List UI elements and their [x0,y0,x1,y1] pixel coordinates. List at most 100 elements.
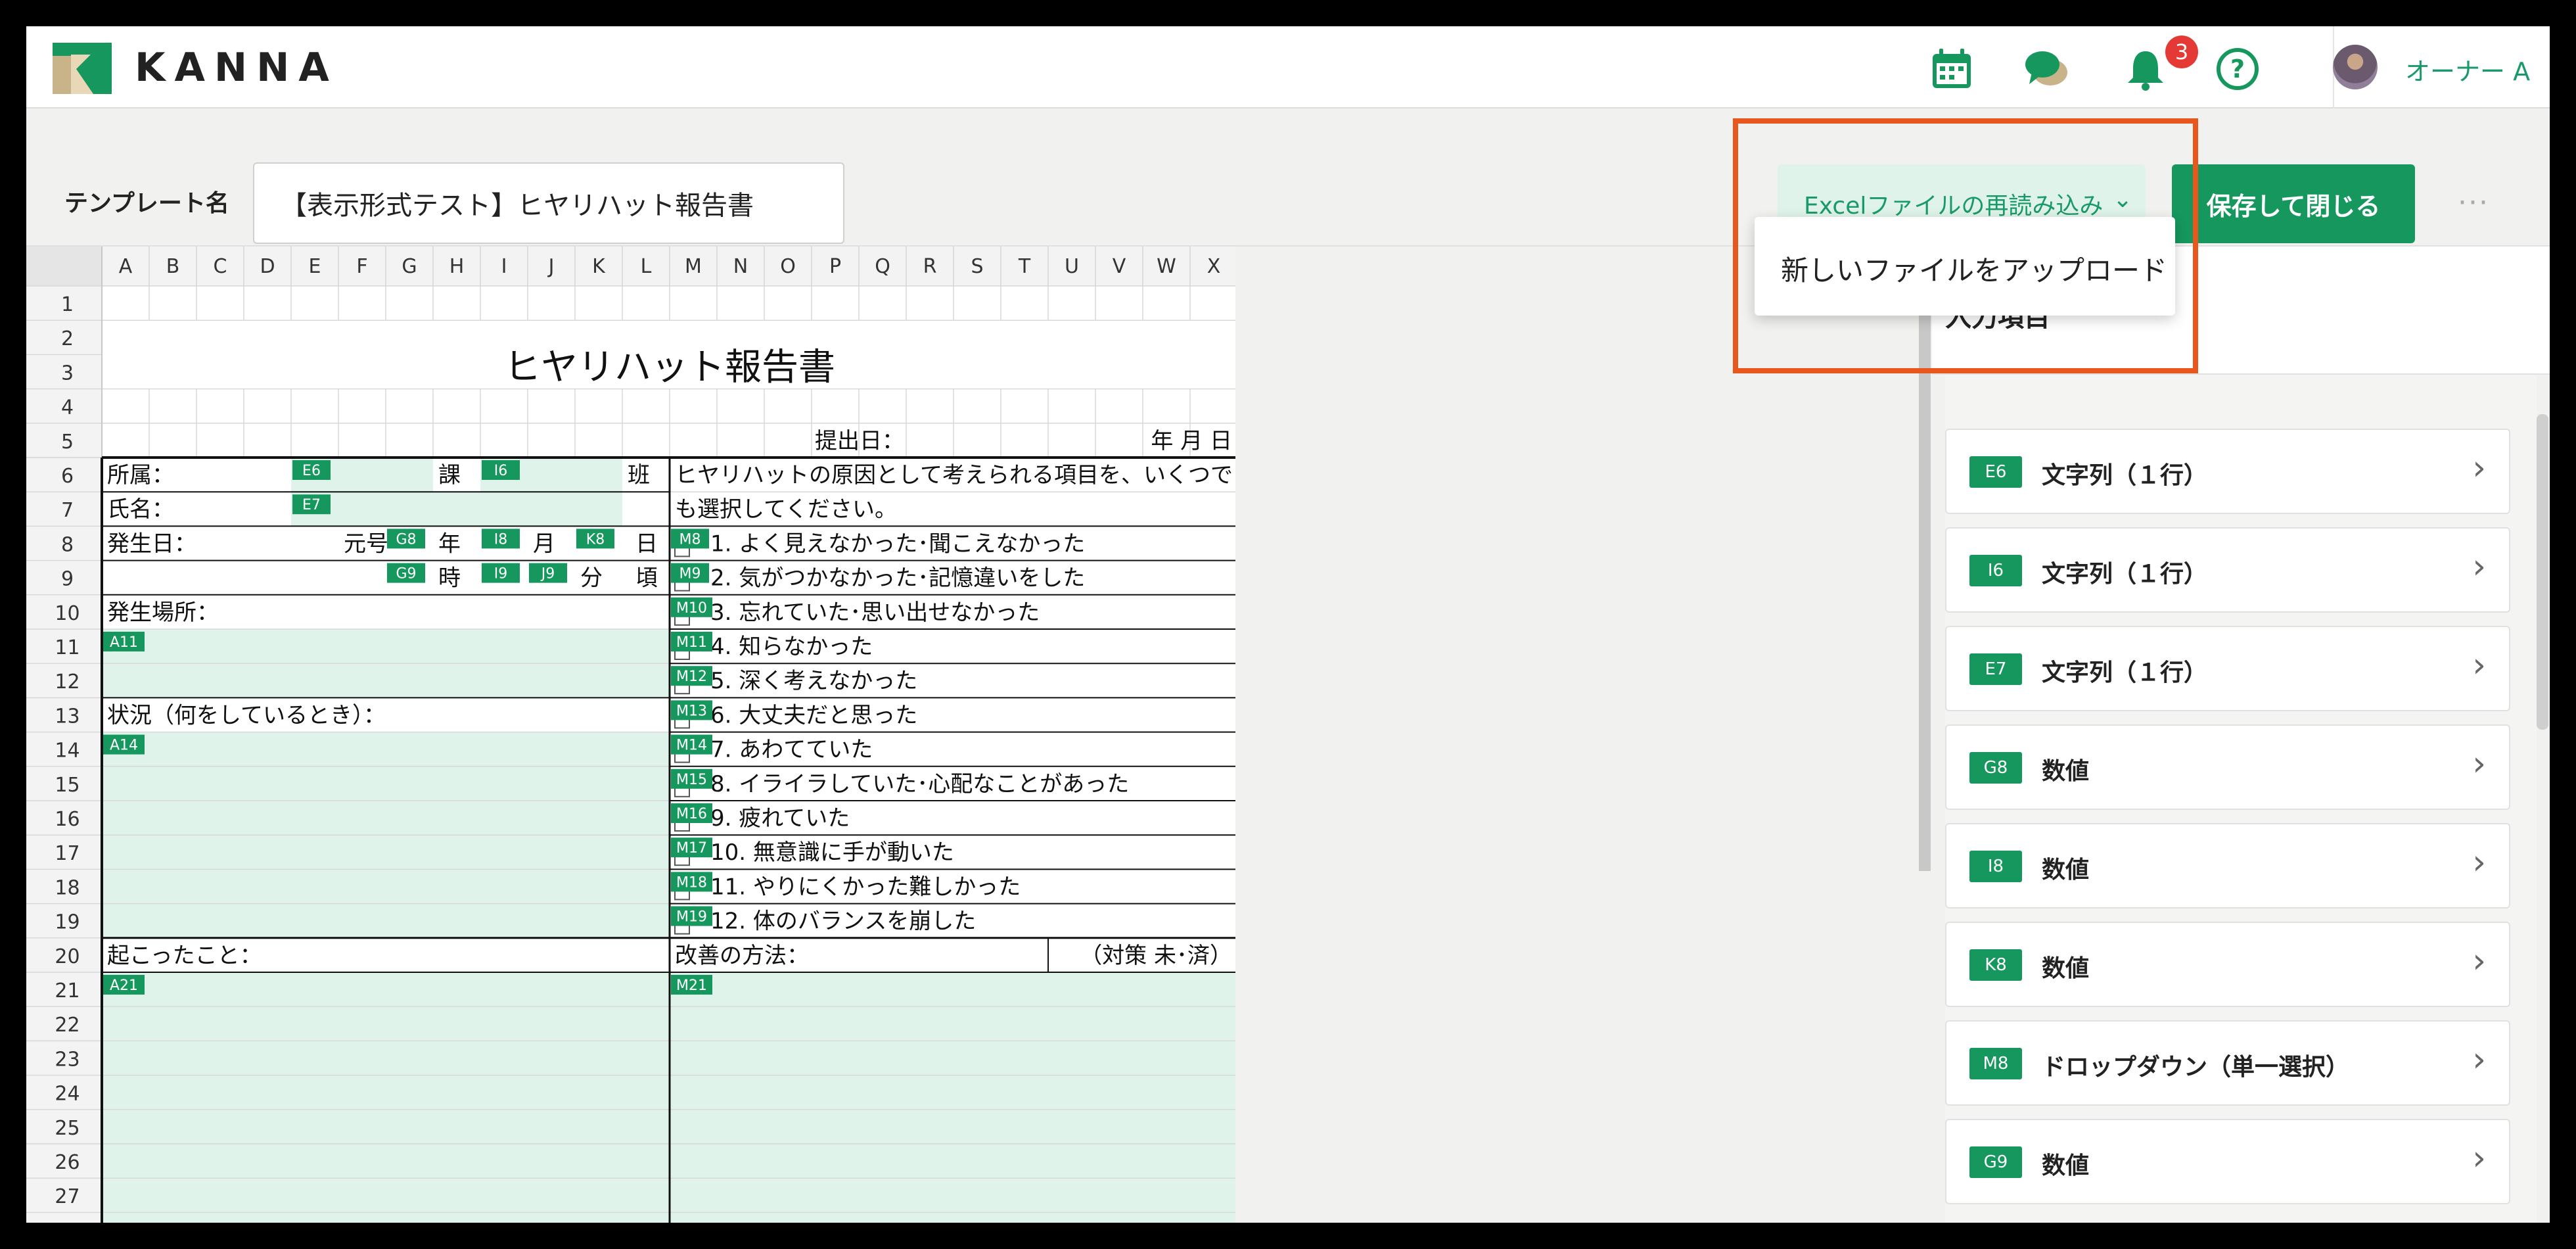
brand-name: KANNA [135,45,338,91]
field-card-i8[interactable]: I8 数値 › [1945,823,2510,908]
field-type-label: ドロップダウン（単一選択） [2042,1054,2350,1081]
column-header-e: E [309,255,321,278]
cell-tag-m18: M18 [676,874,707,891]
row-header-bar [26,247,102,1223]
cause-item: 4. 知らなかった [710,634,873,660]
cell-tag-m8: M8 [679,531,701,548]
row-header-26: 26 [55,1151,80,1174]
chevron-right-icon: › [2472,448,2486,488]
row-header-27: 27 [55,1185,80,1208]
field-card-e7[interactable]: E7 文字列（１行） › [1945,626,2510,711]
row-header-19: 19 [55,911,80,934]
row-header-20: 20 [55,945,80,968]
row-header-12: 12 [55,671,80,694]
spreadsheet-preview[interactable]: A B C D E F G H I J K L M N O P Q R S T U V W X 1 2 3 4 5 6 7 8 9 10 11 12 1… [26,247,1235,1223]
row-header-23: 23 [55,1048,80,1071]
chevron-right-icon: › [2472,744,2486,784]
row-header-15: 15 [55,774,80,797]
cell-tag-m14: M14 [676,738,707,754]
happened-label: 起こったこと： [107,943,262,969]
chevron-right-icon: › [2472,941,2486,981]
submit-date-suffix: 年 月 日 [1151,428,1232,454]
panel-scrollbar[interactable] [2537,414,2548,730]
cell-tag: I6 [1969,555,2022,586]
sheet-empty-area [1235,247,1919,1223]
cell-tag-j9: J9 [540,566,555,582]
row-header-17: 17 [55,842,80,865]
section-label: 課 [438,462,461,488]
field-card-m8[interactable]: M8 ドロップダウン（単一選択） › [1945,1020,2510,1106]
field-type-label: 数値 [2042,955,2090,982]
cause-item: 9. 疲れていた [710,805,850,832]
spreadsheet-grid: A B C D E F G H I J K L M N O P Q R S T U V W X1234567891011121… [26,247,1235,1223]
cell-tag-m9: M9 [679,566,701,582]
field-type-label: 数値 [2042,1152,2090,1179]
user-name[interactable]: オーナー A [2405,51,2530,87]
improvement-label: 改善の方法： [675,943,809,969]
field-card-g8[interactable]: G8 数値 › [1945,724,2510,810]
field-type-label: 文字列（１行） [2042,561,2208,588]
cell-tag-k8: K8 [586,531,605,548]
save-and-close-button[interactable]: 保存して閉じる [2172,164,2415,243]
row-header-10: 10 [55,602,80,625]
cell-tag-m19: M19 [676,909,707,926]
hour-label: 時 [438,565,461,592]
bell-icon[interactable] [2123,46,2169,92]
field-card-g9[interactable]: G9 数値 › [1945,1119,2510,1204]
help-icon[interactable]: ? [2215,46,2261,92]
calendar-icon[interactable] [1929,46,1975,92]
field-card-k8[interactable]: K8 数値 › [1945,922,2510,1007]
cause-intro: も選択してください。 [675,496,897,523]
year-label: 年 [438,530,461,557]
row-header-18: 18 [55,876,80,899]
cause-item: 6. 大丈夫だと思った [710,702,917,728]
row-header-16: 16 [55,808,80,831]
day-label: 日 [635,530,658,557]
measure-label: （対策 未･済） [1080,943,1232,969]
highlight-annotation [1733,118,2198,373]
chat-icon[interactable] [2024,46,2070,92]
column-header-m: M [685,255,702,278]
row-header-6: 6 [61,465,74,488]
cause-item: 10. 無意識に手が動いた [710,839,954,866]
cell-tag: G8 [1969,752,2022,784]
cause-item: 2. 気がつかなかった･記憶違いをした [710,565,1085,592]
kanna-logo-icon[interactable] [53,43,112,94]
column-header-t: T [1018,255,1031,278]
cell-tag-g9: G9 [396,566,416,582]
field-type-label: 数値 [2042,758,2090,785]
cell-tag-e7: E7 [302,497,321,513]
input-cell-fill [670,972,1235,1223]
cell-tag: K8 [1969,949,2022,981]
field-card-i6[interactable]: I6 文字列（１行） › [1945,527,2510,613]
cause-item: 12. 体のバランスを崩した [710,908,976,935]
more-options-icon[interactable]: ··· [2458,186,2489,220]
cell-tag: E7 [1969,653,2022,685]
cause-item: 1. よく見えなかった･聞こえなかった [710,530,1085,557]
cell-tag-a21: A21 [110,978,138,994]
era-label: 元号 [344,530,388,557]
column-header-c: C [214,255,227,278]
row-header-8: 8 [61,533,74,556]
column-header-x: X [1207,255,1221,278]
approx-label: 頃 [635,565,658,592]
column-header-k: K [592,255,606,278]
row-header-24: 24 [55,1083,80,1106]
column-header-g: G [402,255,417,278]
user-avatar[interactable] [2333,45,2378,89]
situation-label: 状況（何をしているとき）： [107,702,386,728]
template-name-input[interactable] [253,162,844,244]
chevron-right-icon: › [2472,1139,2486,1178]
row-header-9: 9 [61,568,74,591]
cell-tag: M8 [1969,1048,2022,1079]
column-header-s: S [971,255,983,278]
template-name-label: テンプレート名 [64,190,229,217]
column-header-u: U [1065,255,1079,278]
sheet-title: ヒヤリハット報告書 [504,346,835,389]
cause-intro: ヒヤリハットの原因として考えられる項目を、いくつで [675,462,1233,488]
field-card-e6[interactable]: E6 文字列（１行） › [1945,429,2510,514]
cause-item: 7. あわてていた [710,737,873,763]
row-header-14: 14 [55,740,80,763]
column-header-l: L [641,255,652,278]
cell-tag-i8: I8 [494,531,508,548]
